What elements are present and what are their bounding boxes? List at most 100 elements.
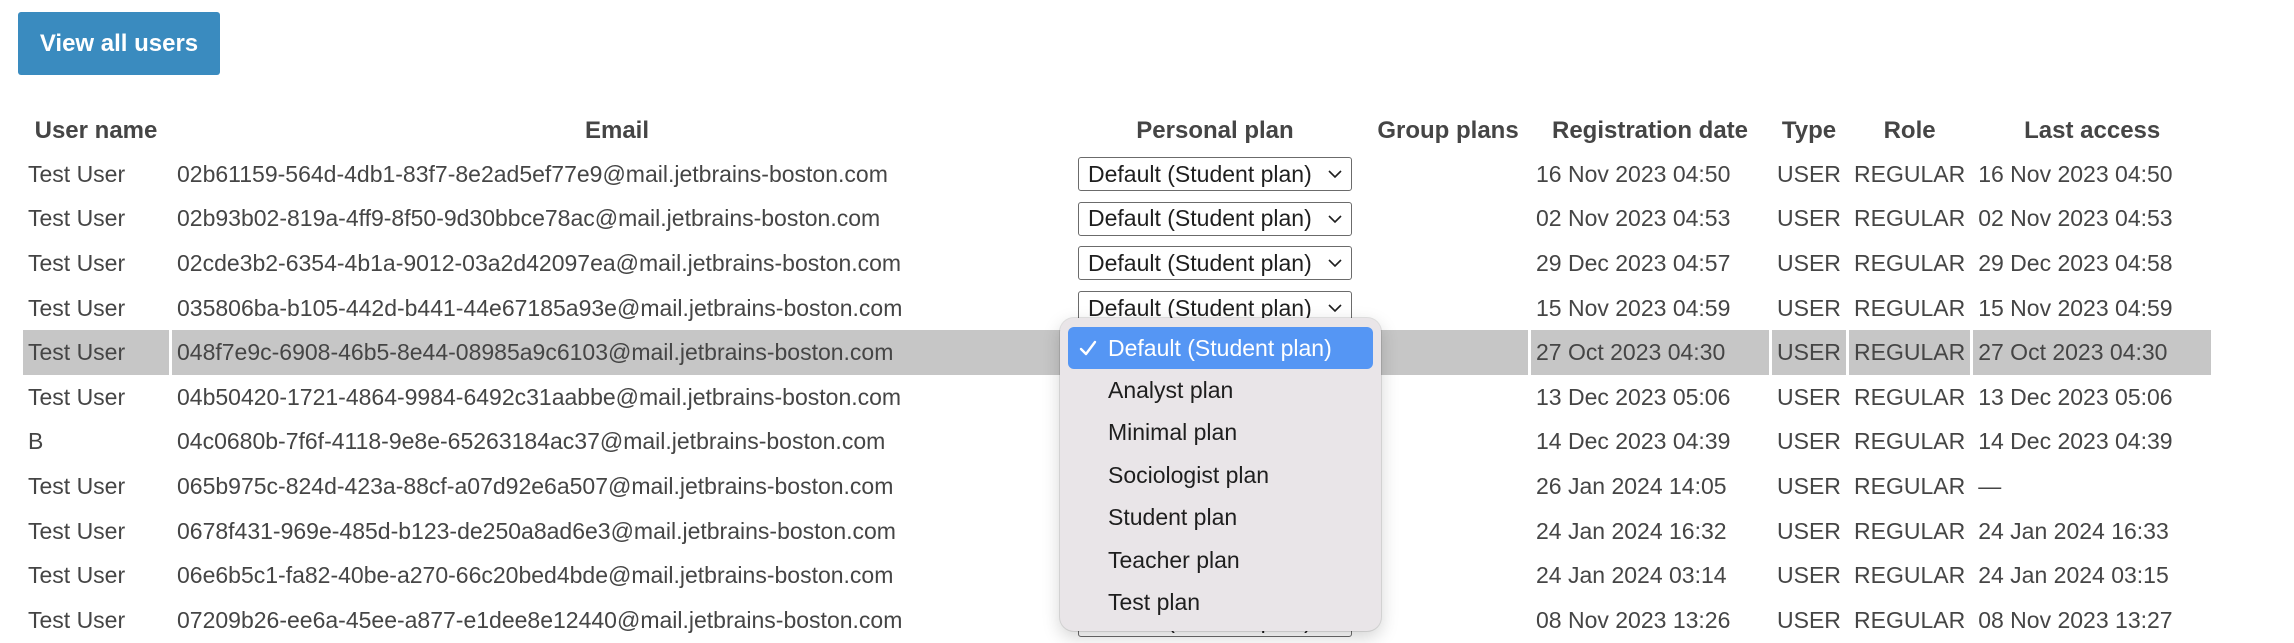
role-cell: REGULAR xyxy=(1854,205,1966,232)
role-cell: REGULAR xyxy=(1854,517,1966,544)
header-last-access[interactable]: Last access xyxy=(1973,110,2211,152)
plan-option[interactable]: Analyst plan xyxy=(1068,369,1373,411)
last-access-cell: 24 Jan 2024 03:15 xyxy=(1978,562,2169,589)
registration-date-cell: 08 Nov 2023 13:26 xyxy=(1536,606,1731,633)
registration-date-cell: 13 Dec 2023 05:06 xyxy=(1536,383,1731,410)
type-cell: USER xyxy=(1777,428,1841,455)
type-cell: USER xyxy=(1777,249,1841,276)
type-cell: USER xyxy=(1777,160,1841,187)
last-access-cell: 02 Nov 2023 04:53 xyxy=(1978,205,2173,232)
header-email[interactable]: Email xyxy=(172,110,1062,152)
user-name-cell: Test User xyxy=(28,517,126,544)
view-all-users-button[interactable]: View all users xyxy=(18,12,220,75)
role-cell: REGULAR xyxy=(1854,472,1966,499)
type-cell: USER xyxy=(1777,205,1841,232)
email-cell: 06e6b5c1-fa82-40be-a270-66c20bed4bde@mai… xyxy=(177,562,894,589)
personal-plan-cell: Default (Student plan) xyxy=(1065,197,1365,242)
email-cell: 0678f431-969e-485d-b123-de250a8ad6e3@mai… xyxy=(177,517,896,544)
plan-option-label: Teacher plan xyxy=(1108,546,1240,573)
group-plans-cell xyxy=(1368,553,1528,598)
last-access-cell: 27 Oct 2023 04:30 xyxy=(1973,330,2212,375)
chevron-down-icon xyxy=(1328,215,1342,224)
plan-option[interactable]: Default (Student plan) xyxy=(1068,327,1373,370)
role-cell: REGULAR xyxy=(1854,562,1966,589)
personal-plan-value: Default (Student plan) xyxy=(1088,160,1312,187)
personal-plan-dropdown-menu: Default (Student plan) Analyst plan Minima… xyxy=(1060,318,1381,631)
group-plans-cell xyxy=(1368,464,1528,509)
type-cell: USER xyxy=(1777,562,1841,589)
plan-option-label: Minimal plan xyxy=(1108,419,1238,446)
group-plans-cell xyxy=(1368,286,1528,331)
registration-date-cell: 02 Nov 2023 04:53 xyxy=(1536,205,1731,232)
user-name-cell: Test User xyxy=(28,383,126,410)
group-plans-cell xyxy=(1368,509,1528,554)
email-cell: 04b50420-1721-4864-9984-6492c31aabbe@mai… xyxy=(177,383,902,410)
table-header-row: User name Email Personal plan Group plan… xyxy=(23,110,2211,152)
plan-option[interactable]: Teacher plan xyxy=(1068,539,1373,581)
user-name-cell: Test User xyxy=(28,294,126,321)
plan-option[interactable]: Test plan xyxy=(1068,581,1373,623)
user-name-cell: Test User xyxy=(28,562,126,589)
personal-plan-cell: Default (Student plan) xyxy=(1065,241,1365,286)
plan-option[interactable]: Student plan xyxy=(1068,497,1373,539)
registration-date-cell: 26 Jan 2024 14:05 xyxy=(1536,472,1727,499)
personal-plan-select[interactable]: Default (Student plan) xyxy=(1078,201,1352,236)
user-name-cell: Test User xyxy=(28,160,126,187)
table-row[interactable]: Test User 02b93b02-819a-4ff9-8f50-9d30bb… xyxy=(23,197,2211,242)
last-access-cell: 08 Nov 2023 13:27 xyxy=(1978,606,2173,633)
table-row[interactable]: Test User 02b61159-564d-4db1-83f7-8e2ad5… xyxy=(23,152,2211,197)
email-cell: 02cde3b2-6354-4b1a-9012-03a2d42097ea@mai… xyxy=(177,249,902,276)
last-access-cell: 13 Dec 2023 05:06 xyxy=(1978,383,2173,410)
role-cell: REGULAR xyxy=(1854,249,1966,276)
user-name-cell: B xyxy=(28,428,44,455)
role-cell: REGULAR xyxy=(1854,606,1966,633)
registration-date-cell: 24 Jan 2024 03:14 xyxy=(1536,562,1727,589)
plan-option-label: Sociologist plan xyxy=(1108,461,1270,488)
plan-option[interactable]: Sociologist plan xyxy=(1068,454,1373,496)
header-user-name[interactable]: User name xyxy=(23,110,169,152)
type-cell: USER xyxy=(1777,294,1841,321)
plan-option-label: Default (Student plan) xyxy=(1108,334,1332,361)
type-cell: USER xyxy=(1777,606,1841,633)
email-cell: 065b975c-824d-423a-88cf-a07d92e6a507@mai… xyxy=(177,472,894,499)
registration-date-cell: 16 Nov 2023 04:50 xyxy=(1536,160,1731,187)
email-cell: 04c0680b-7f6f-4118-9e8e-65263184ac37@mai… xyxy=(177,428,886,455)
header-type[interactable]: Type xyxy=(1772,110,1846,152)
header-registration-date[interactable]: Registration date xyxy=(1531,110,1769,152)
role-cell: REGULAR xyxy=(1854,160,1966,187)
user-name-cell: Test User xyxy=(28,205,126,232)
header-group-plans[interactable]: Group plans xyxy=(1368,110,1528,152)
group-plans-cell xyxy=(1368,598,1528,643)
user-name-cell: Test User xyxy=(28,472,126,499)
plan-option-label: Student plan xyxy=(1108,504,1238,531)
header-role[interactable]: Role xyxy=(1849,110,1970,152)
personal-plan-cell: Default (Student plan) xyxy=(1065,152,1365,197)
registration-date-cell: 27 Oct 2023 04:30 xyxy=(1531,330,1769,375)
role-cell: REGULAR xyxy=(1849,330,1971,375)
group-plans-cell xyxy=(1368,197,1528,242)
chevron-down-icon xyxy=(1328,304,1342,313)
chevron-down-icon xyxy=(1328,170,1342,179)
personal-plan-select[interactable]: Default (Student plan) xyxy=(1078,246,1352,281)
email-cell: 02b61159-564d-4db1-83f7-8e2ad5ef77e9@mai… xyxy=(177,160,888,187)
last-access-cell: 16 Nov 2023 04:50 xyxy=(1978,160,2173,187)
user-name-cell: Test User xyxy=(23,330,169,375)
registration-date-cell: 29 Dec 2023 04:57 xyxy=(1536,249,1731,276)
email-cell: 02b93b02-819a-4ff9-8f50-9d30bbce78ac@mai… xyxy=(177,205,881,232)
personal-plan-select[interactable]: Default (Student plan) xyxy=(1078,157,1352,192)
table-row[interactable]: Test User 02cde3b2-6354-4b1a-9012-03a2d4… xyxy=(23,241,2211,286)
type-cell: USER xyxy=(1777,383,1841,410)
header-personal-plan[interactable]: Personal plan xyxy=(1065,110,1365,152)
chevron-down-icon xyxy=(1328,259,1342,268)
plan-option[interactable]: Minimal plan xyxy=(1068,412,1373,454)
last-access-cell: — xyxy=(1978,472,2002,499)
type-cell: USER xyxy=(1777,517,1841,544)
registration-date-cell: 24 Jan 2024 16:32 xyxy=(1536,517,1727,544)
plan-option-label: Test plan xyxy=(1108,589,1201,616)
role-cell: REGULAR xyxy=(1854,383,1966,410)
last-access-cell: 29 Dec 2023 04:58 xyxy=(1978,249,2173,276)
group-plans-cell xyxy=(1368,241,1528,286)
group-plans-cell xyxy=(1368,375,1528,420)
checkmark-icon xyxy=(1079,340,1097,356)
role-cell: REGULAR xyxy=(1854,428,1966,455)
